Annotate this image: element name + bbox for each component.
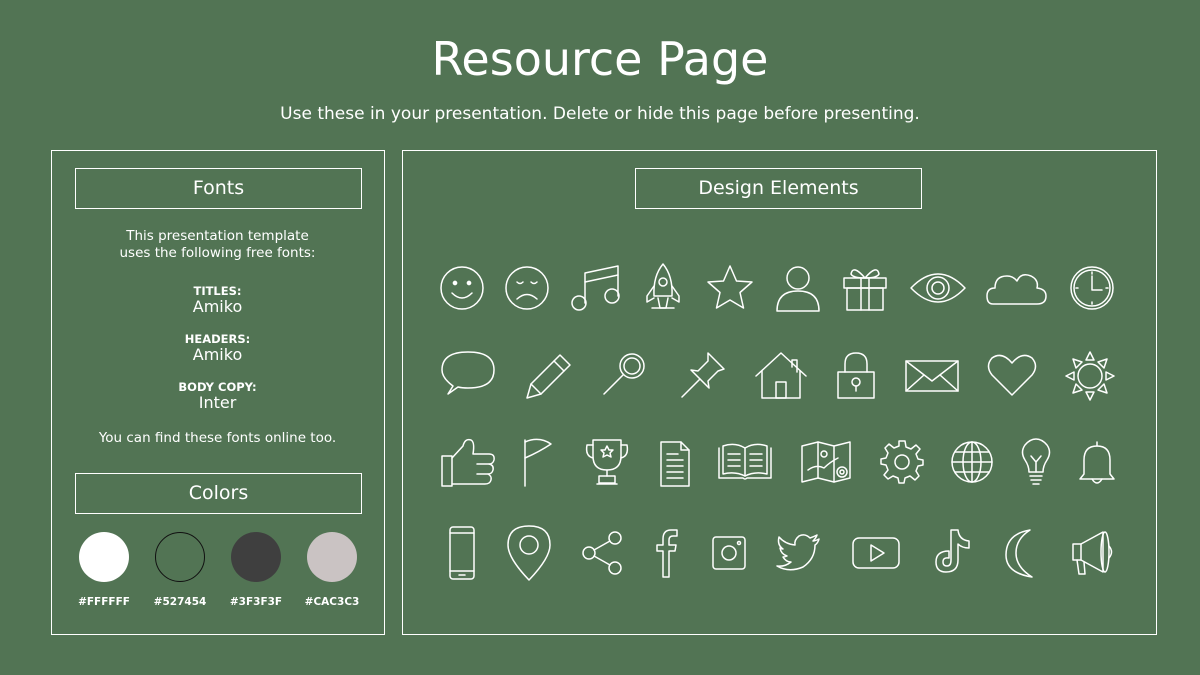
twitter-icon [776,534,820,571]
light-bulb-icon [1021,438,1051,485]
globe-icon [951,441,993,483]
speech-bubble-icon [441,351,495,395]
clock-icon [1070,266,1114,310]
instagram-icon [712,536,746,570]
push-pin-icon [681,352,725,398]
user-icon [776,266,820,312]
star-icon [707,265,753,309]
smiley-face-icon [440,266,484,310]
padlock-icon [837,352,875,399]
sun-icon [1065,351,1115,401]
cloud-icon [986,274,1047,305]
share-icon [582,531,622,575]
flag-icon [524,438,552,487]
facebook-icon [656,529,678,578]
youtube-icon [852,537,900,569]
rocket-icon [646,263,680,309]
pencil-icon [526,354,571,399]
crescent-moon-icon [1005,529,1033,578]
heart-icon [987,354,1037,396]
trophy-icon [585,439,629,485]
design-icons-grid [440,263,1115,581]
music-note-icon [571,265,620,311]
magnifier-icon [603,353,645,395]
tiktok-icon [935,529,970,573]
location-pin-icon [507,525,551,581]
smartphone-icon [449,526,475,580]
gift-icon [843,269,887,311]
map-icon [801,441,851,483]
open-book-icon [718,443,772,480]
bell-icon [1079,441,1115,484]
eye-icon [910,273,966,303]
house-icon [755,352,807,399]
sad-face-icon [505,266,549,310]
megaphone-icon [1072,531,1113,575]
gear-icon [880,440,924,484]
envelope-icon [905,360,959,392]
thumbs-up-icon [441,438,495,487]
document-icon [660,441,690,487]
